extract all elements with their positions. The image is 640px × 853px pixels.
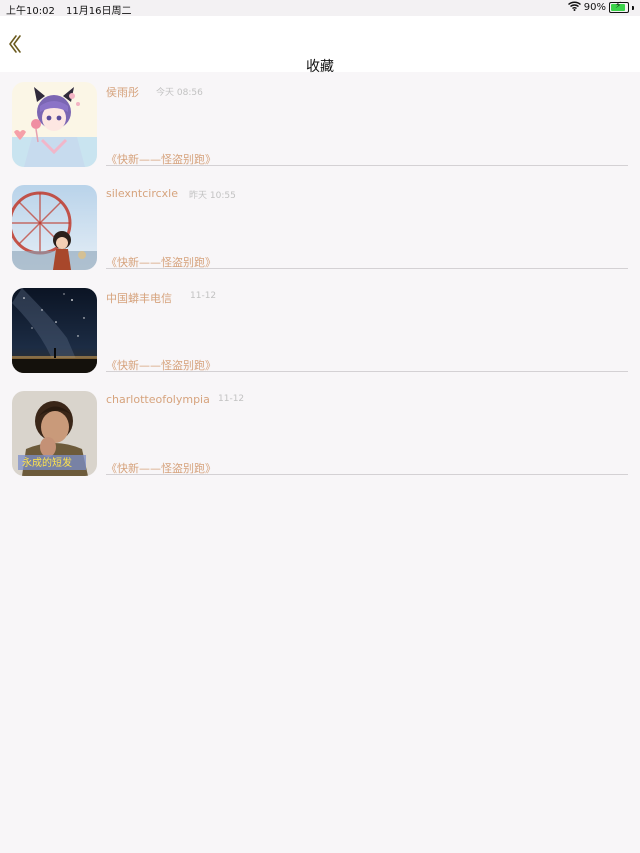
status-bar: 上午10:02 11月16日周二 90% ⚡ bbox=[0, 0, 640, 17]
timestamp: 11-12 bbox=[218, 394, 245, 404]
user-name[interactable]: 侯雨彤 bbox=[106, 84, 139, 100]
divider bbox=[106, 268, 628, 269]
divider bbox=[106, 165, 628, 166]
wifi-icon bbox=[567, 1, 581, 14]
avatar-caption: 永成的短发 bbox=[22, 456, 72, 469]
battery-tip bbox=[632, 5, 634, 10]
anime-catboy-avatar[interactable] bbox=[12, 82, 97, 167]
timestamp: 11-12 bbox=[190, 291, 217, 301]
status-left: 上午10:02 11月16日周二 bbox=[6, 2, 131, 17]
figurine-ferris-wheel-avatar[interactable] bbox=[12, 185, 97, 270]
timestamp: 今天 08:56 bbox=[156, 88, 203, 98]
list-item[interactable]: 侯雨彤 今天 08:56 《快新——怪盗别跑》 bbox=[0, 72, 640, 175]
divider bbox=[106, 371, 628, 372]
nav-bar: 收藏 bbox=[0, 16, 640, 75]
user-name[interactable]: 中国蟒丰电信 bbox=[106, 290, 172, 306]
battery-percent: 90% bbox=[583, 2, 606, 13]
status-right: 90% ⚡ bbox=[567, 1, 634, 14]
milky-way-avatar[interactable] bbox=[12, 288, 97, 373]
timestamp: 昨天 10:55 bbox=[189, 191, 236, 201]
list-item[interactable]: silexntcircxle 昨天 10:55 《快新——怪盗别跑》 bbox=[0, 175, 640, 278]
list-item[interactable]: 永成的短发 charlotteofolympia 11-12 《快新——怪盗别跑… bbox=[0, 381, 640, 484]
chevron-left-icon bbox=[9, 35, 21, 53]
favorites-list: 侯雨彤 今天 08:56 《快新——怪盗别跑》 silexntcircxle 昨… bbox=[0, 72, 640, 484]
charging-bolt-icon: ⚡ bbox=[615, 1, 622, 11]
battery-icon: ⚡ bbox=[609, 1, 629, 13]
back-button[interactable] bbox=[6, 34, 26, 54]
user-name[interactable]: charlotteofolympia bbox=[106, 393, 210, 406]
divider bbox=[106, 474, 628, 475]
portrait-avatar[interactable]: 永成的短发 bbox=[12, 391, 97, 476]
user-name[interactable]: silexntcircxle bbox=[106, 187, 178, 200]
list-item[interactable]: 中国蟒丰电信 11-12 《快新——怪盗别跑》 bbox=[0, 278, 640, 381]
